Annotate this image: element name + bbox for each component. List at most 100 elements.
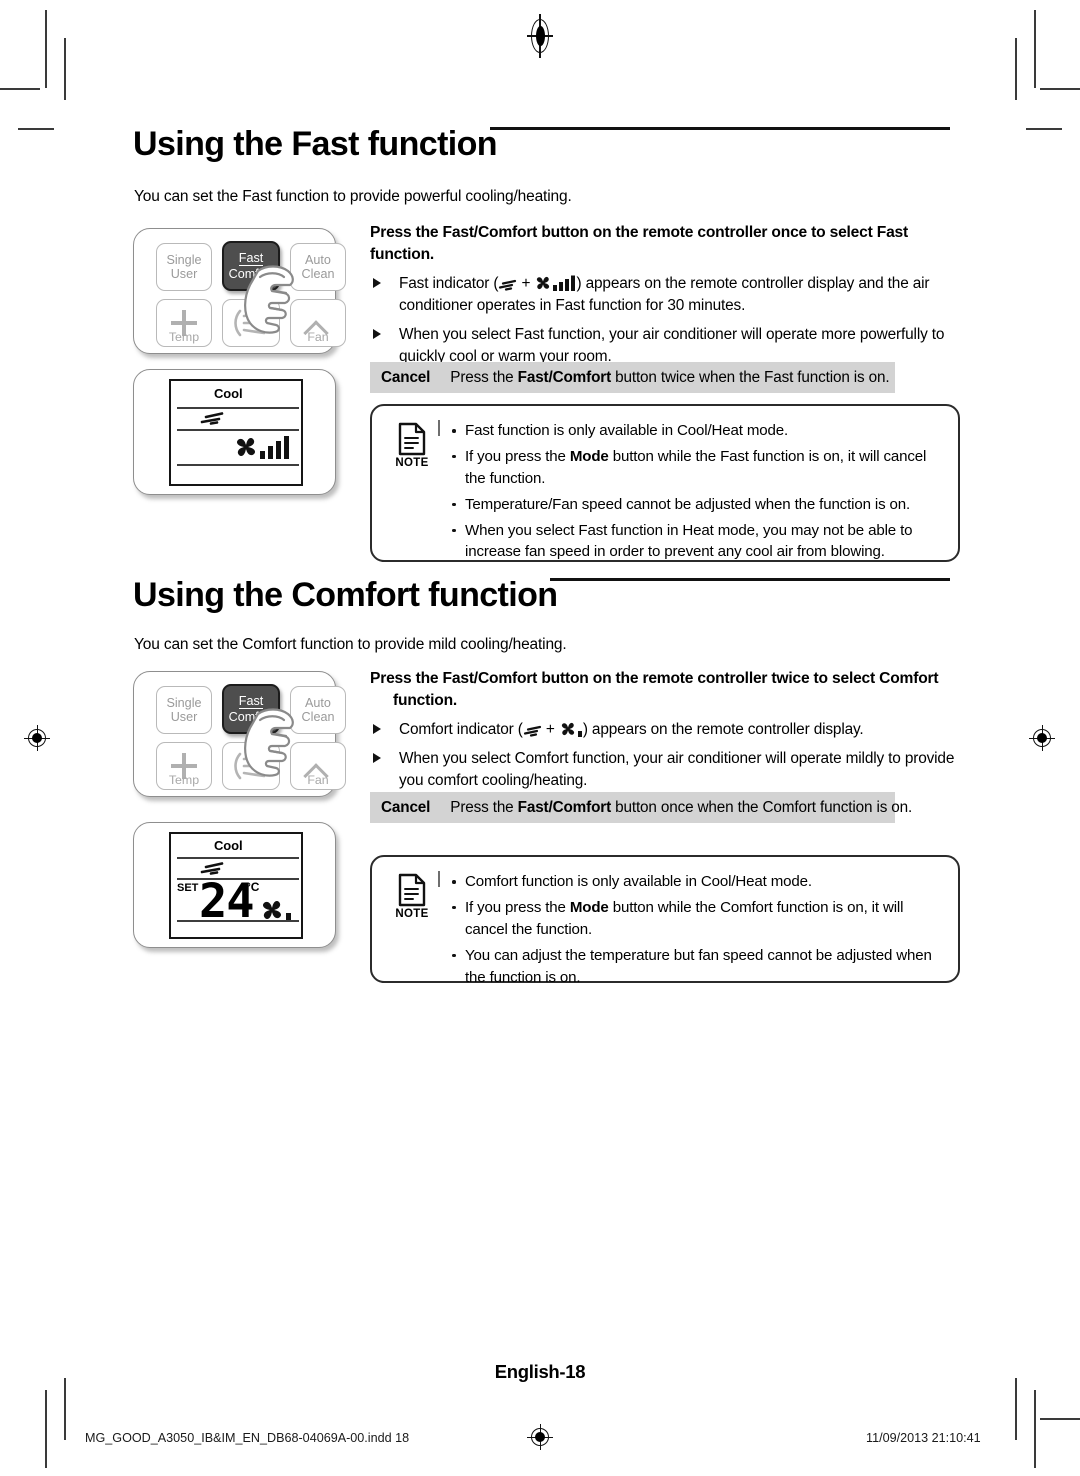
page-title-comfort: Using the Comfort function	[133, 576, 558, 614]
cancel-after: button once when the Comfort function is…	[611, 798, 913, 816]
cancel-bold: Fast/Comfort	[517, 368, 612, 386]
button-label-line1: Single	[166, 695, 202, 710]
remote-button-fast-comfort[interactable]: Fast Comfort	[222, 241, 280, 291]
intro-text-comfort: You can set the Comfort function to prov…	[134, 636, 567, 653]
bullet-item: When you select Comfort function, your a…	[370, 748, 962, 792]
remote-controller-illustration-fast: Single User Fast Comfort Auto Clean Temp	[133, 228, 346, 354]
bullet-pre: Fast indicator (	[399, 275, 499, 293]
note-label: NOTE	[395, 908, 429, 920]
remote-button-fan[interactable]: Fan	[290, 299, 346, 347]
button-label-fast: Fast	[238, 693, 264, 709]
note-item: If you press the Mode button while the F…	[450, 446, 942, 490]
lcd-divider-2	[177, 429, 299, 431]
remote-button-air-swing[interactable]	[222, 299, 280, 347]
footer-timestamp: 11/09/2013 21:10:41	[866, 1431, 981, 1445]
page-content: Using the Fast function You can set the …	[0, 0, 1080, 1476]
lcd-divider-3	[177, 920, 299, 922]
note-item: When you select Fast function in Heat mo…	[450, 520, 942, 564]
lead-after: button on the remote controller twice to…	[537, 670, 939, 687]
lcd-set-label: SET	[177, 882, 199, 894]
note-item: Comfort function is only available in Co…	[450, 871, 942, 893]
note-bold: Mode	[569, 447, 609, 465]
button-label-line2: User	[170, 710, 198, 724]
airflow-swirl-icon	[499, 280, 517, 291]
lcd-temperature-unit: °C	[246, 880, 260, 894]
button-label-line1: Single	[166, 252, 202, 267]
bullet-post: ) appears on the remote controller displ…	[582, 721, 864, 739]
lead-before: Press the	[370, 670, 443, 687]
content-column-comfort: Press the Fast/Comfort button on the rem…	[370, 668, 962, 799]
lead-second-line: function.	[393, 692, 458, 710]
section-heading-fast: Using the Fast function	[133, 125, 498, 163]
cancel-bold: Fast/Comfort	[517, 798, 612, 816]
note-item: Temperature/Fan speed cannot be adjusted…	[450, 494, 942, 516]
heading-rule-comfort	[550, 578, 950, 581]
lead-instruction-fast: Press the Fast/Comfort button on the rem…	[370, 222, 962, 266]
triangle-bullet-icon	[373, 753, 381, 764]
cancel-before: Press the	[450, 368, 518, 386]
note-divider	[438, 871, 440, 887]
cancel-bar-comfort: Cancel Press the Fast/Comfort button onc…	[370, 792, 912, 823]
lcd-divider-1	[177, 407, 299, 409]
section-heading-comfort: Using the Comfort function	[133, 576, 558, 614]
bullet-post: When you select Comfort function, your a…	[399, 750, 955, 790]
bullet-list-fast: Fast indicator ( + ) appears on the remo…	[370, 273, 962, 368]
lead-instruction-comfort: Press the Fast/Comfort button on the rem…	[370, 668, 962, 712]
note-list-comfort: Comfort function is only available in Co…	[450, 871, 942, 986]
button-label-fan: Fan	[307, 330, 329, 345]
bullet-post: When you select Fast function, your air …	[399, 326, 945, 365]
remote-button-single-user[interactable]: Single User	[156, 243, 212, 291]
remote-button-auto-clean[interactable]: Auto Clean	[290, 686, 346, 734]
remote-button-single-user[interactable]: Single User	[156, 686, 212, 734]
remote-button-grid: Single User Fast Comfort Auto Clean Temp	[146, 684, 346, 790]
cancel-bar-fast: Cancel Press the Fast/Comfort button twi…	[370, 362, 895, 393]
lcd-mode-label: Cool	[214, 386, 243, 401]
bullet-item: Comfort indicator ( + ) appears on the r…	[370, 719, 962, 741]
button-label-temp: Temp	[168, 330, 200, 345]
intro-text-fast: You can set the Fast function to provide…	[134, 188, 572, 205]
lead-bold: Fast/Comfort	[442, 670, 538, 687]
note-document-icon	[398, 422, 426, 456]
fan-speed-1bar-icon	[561, 723, 582, 738]
lead-bold: Fast/Comfort	[442, 224, 538, 241]
note-divider	[438, 420, 440, 436]
cancel-text: Press the Fast/Comfort button once when …	[450, 799, 912, 817]
cancel-before: Press the	[450, 798, 518, 816]
lcd-display-illustration-fast: Cool	[133, 369, 336, 495]
chevron-up-icon	[305, 316, 331, 330]
remote-button-temp-up[interactable]: Temp	[156, 742, 212, 790]
page-title-fast: Using the Fast function	[133, 125, 498, 163]
remote-button-auto-clean[interactable]: Auto Clean	[290, 243, 346, 291]
bullet-list-comfort: Comfort indicator ( + ) appears on the r…	[370, 719, 962, 792]
air-swing-icon	[234, 309, 266, 337]
button-label-line2: Clean	[301, 710, 335, 724]
note-badge: NOTE	[386, 871, 438, 969]
remote-button-temp-up[interactable]: Temp	[156, 299, 212, 347]
content-column-fast: Press the Fast/Comfort button on the rem…	[370, 222, 962, 375]
note-list-fast: Fast function is only available in Cool/…	[450, 420, 942, 560]
cancel-text: Press the Fast/Comfort button twice when…	[450, 369, 889, 387]
lcd-screen: Cool SET 24 °C	[169, 832, 303, 939]
lcd-screen: Cool	[169, 379, 303, 486]
note-label: NOTE	[395, 457, 429, 469]
remote-button-fast-comfort[interactable]: Fast Comfort	[222, 684, 280, 734]
button-label-line2: User	[170, 267, 198, 281]
cancel-after: button twice when the Fast function is o…	[611, 368, 890, 386]
note-item: If you press the Mode button while the C…	[450, 897, 942, 941]
note-item: Fast function is only available in Cool/…	[450, 420, 942, 442]
button-label-fast: Fast	[238, 250, 264, 266]
air-swing-icon	[234, 752, 266, 780]
plus-separator: +	[541, 721, 559, 739]
fan-speed-4bars-icon	[537, 275, 576, 292]
remote-button-grid: Single User Fast Comfort Auto Clean Temp	[146, 241, 346, 347]
airflow-swirl-icon	[200, 412, 224, 425]
fan-speed-icon	[236, 436, 289, 459]
lcd-display-illustration-comfort: Cool SET 24 °C	[133, 822, 336, 948]
chevron-up-icon	[305, 759, 331, 773]
note-item: You can adjust the temperature but fan s…	[450, 945, 942, 989]
remote-button-air-swing[interactable]	[222, 742, 280, 790]
airflow-swirl-icon	[523, 726, 541, 737]
triangle-bullet-icon	[373, 724, 381, 735]
note-bold: Mode	[569, 898, 609, 916]
remote-button-fan[interactable]: Fan	[290, 742, 346, 790]
